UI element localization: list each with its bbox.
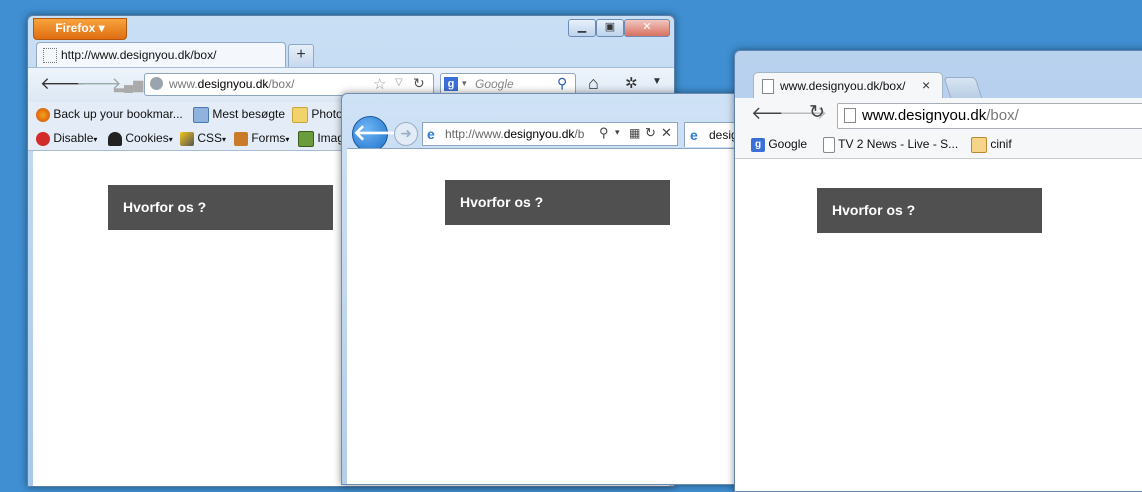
omnibox[interactable]: www.designyou.dk/box/ xyxy=(837,103,1142,129)
menu-label: Disable xyxy=(53,131,94,145)
minimize-button[interactable]: ▁ xyxy=(568,19,596,37)
menu-label: CSS xyxy=(197,131,223,145)
page-icon xyxy=(762,79,774,94)
bookmark-item[interactable]: cinif xyxy=(971,137,1012,153)
toolbar-dropdown-icon[interactable]: ▼ xyxy=(652,76,662,87)
google-icon[interactable]: g xyxy=(444,77,458,91)
chrome-window: www.designyou.dk/box/ × 🡐 🡒 ↻ www.design… xyxy=(734,50,1142,492)
bookmark-label: TV 2 News - Live - S... xyxy=(838,137,959,152)
close-tab-icon[interactable]: × xyxy=(922,77,930,93)
search-placeholder: Google xyxy=(475,77,514,91)
signal-icon: ▂▄▆ xyxy=(114,77,144,92)
compat-icon[interactable]: ▦ xyxy=(629,126,640,140)
search-icon[interactable]: ⚲ xyxy=(557,75,567,92)
bookmark-label: Back up your bookmar... xyxy=(53,107,183,121)
url-path: /box/ xyxy=(268,77,295,91)
globe-icon xyxy=(150,77,163,90)
tab-title: www.designyou.dk/box/ xyxy=(780,79,906,93)
folder-icon xyxy=(292,107,308,123)
url-prefix: www. xyxy=(169,77,198,91)
bookmark-label: cinif xyxy=(990,137,1012,152)
extension-icon[interactable]: ✲ xyxy=(625,74,638,92)
bookmark-item[interactable]: TV 2 News - Live - S... xyxy=(823,137,958,153)
reload-icon[interactable]: ↻ xyxy=(645,125,656,141)
url-domain: designyou.dk xyxy=(197,77,269,91)
star-icon[interactable]: ☆ xyxy=(373,75,386,93)
bookmark-item[interactable]: g Google xyxy=(751,137,807,152)
css-menu[interactable]: CSS▾ xyxy=(180,131,226,146)
folder-icon xyxy=(971,137,987,153)
bookmark-item[interactable]: Mest besøgte xyxy=(193,107,285,123)
search-icon[interactable]: ⚲ xyxy=(599,125,609,141)
page-icon xyxy=(43,48,57,63)
close-button[interactable]: ✕ xyxy=(624,19,670,37)
page-icon xyxy=(823,137,835,153)
hvorfor-label: Hvorfor os ? xyxy=(460,194,544,210)
ie-window: 🡐 ➜ e http://www.designyou.dk/b ⚲ ▾ ▦ ↻ … xyxy=(341,93,743,485)
tab-active[interactable]: http://www.designyou.dk/box/ xyxy=(36,42,286,67)
bookmark-label: Photo xyxy=(311,107,343,122)
forward-button[interactable]: ➜ xyxy=(394,122,418,146)
search-engine-dropdown-icon[interactable]: ▾ xyxy=(462,78,467,89)
menu-label: Forms xyxy=(251,131,286,145)
firefox-menu-button[interactable]: Firefox ▾ xyxy=(33,18,127,40)
page-content: Hvorfor os ? xyxy=(347,148,742,484)
menu-label: Cookies xyxy=(125,131,169,145)
address-bar[interactable]: e http://www.designyou.dk/b ⚲ ▾ ▦ ↻ ✕ xyxy=(422,122,678,146)
url-path: /b xyxy=(574,127,585,141)
tab-active[interactable]: www.designyou.dk/box/ × xyxy=(753,72,943,99)
hvorfor-label: Hvorfor os ? xyxy=(123,199,207,215)
bookmark-item[interactable]: Photo xyxy=(292,107,343,123)
home-icon[interactable]: ⌂ xyxy=(588,73,599,94)
bookmark-label: Google xyxy=(768,137,808,151)
image-icon xyxy=(298,131,314,147)
reload-icon[interactable]: ↻ xyxy=(809,101,825,124)
new-tab-button[interactable] xyxy=(943,77,983,99)
cookies-menu[interactable]: Cookies▾ xyxy=(108,131,173,146)
forms-icon xyxy=(234,131,248,146)
dropdown-icon[interactable]: ▽ xyxy=(395,77,403,88)
firefox-icon xyxy=(36,107,50,122)
reload-icon[interactable]: ↻ xyxy=(413,75,425,92)
dropdown-icon[interactable]: ▾ xyxy=(615,127,620,138)
stop-icon[interactable]: ✕ xyxy=(661,125,672,141)
back-button[interactable]: 🡐 xyxy=(352,116,412,152)
maximize-button[interactable]: ▣ xyxy=(596,19,624,37)
ie-icon: e xyxy=(427,126,435,142)
hvorfor-box[interactable]: Hvorfor os ? xyxy=(108,185,333,230)
page-icon xyxy=(844,108,856,123)
disable-menu[interactable]: Disable▾ xyxy=(36,131,97,146)
hvorfor-box[interactable]: Hvorfor os ? xyxy=(817,188,1042,233)
css-icon xyxy=(180,131,194,146)
google-icon: g xyxy=(751,137,765,152)
tab-title: http://www.designyou.dk/box/ xyxy=(61,48,217,62)
hvorfor-box[interactable]: Hvorfor os ? xyxy=(445,180,670,225)
bookmark-label: Mest besøgte xyxy=(212,107,286,122)
url-prefix: http://www. xyxy=(445,127,504,141)
hvorfor-label: Hvorfor os ? xyxy=(832,202,916,218)
images-menu[interactable]: Imag xyxy=(298,131,344,147)
forms-menu[interactable]: Forms▾ xyxy=(234,131,289,146)
search-folder-icon xyxy=(193,107,209,123)
url-domain: www.designyou.dk xyxy=(862,107,987,124)
cookies-icon xyxy=(108,131,122,146)
navigation-toolbar: 🡐 🡒 ↻ www.designyou.dk/box/ xyxy=(735,98,1142,132)
url-domain: designyou.dk xyxy=(503,127,575,141)
new-tab-button[interactable]: + xyxy=(288,44,314,68)
page-content: Hvorfor os ? xyxy=(735,159,1142,491)
bookmarks-bar: g Google TV 2 News - Live - S... cinif xyxy=(735,132,1142,159)
url-path: /box/ xyxy=(986,107,1019,124)
bookmark-item[interactable]: Back up your bookmar... xyxy=(36,107,183,122)
ie-tab-icon: e xyxy=(690,127,698,143)
disable-icon xyxy=(36,131,50,146)
